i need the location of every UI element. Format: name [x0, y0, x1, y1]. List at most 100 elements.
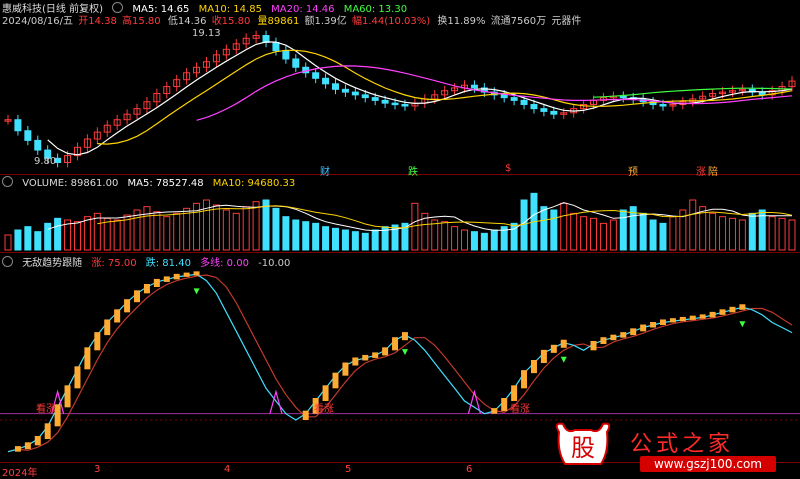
bull-block — [24, 442, 31, 450]
price-candle — [331, 83, 339, 90]
bull-block — [163, 276, 170, 282]
bull-block — [392, 337, 399, 351]
volume-bar — [649, 219, 657, 251]
bull-label-2: 看涨 — [314, 400, 340, 415]
low-annotation: 9.80 — [34, 156, 62, 167]
x-tick-3-label: 3 — [94, 464, 101, 475]
volume-bar — [173, 212, 181, 251]
bull-block — [44, 423, 51, 439]
volume-bar — [143, 206, 151, 251]
bull-block — [372, 352, 379, 358]
chart-canvas[interactable] — [0, 0, 800, 477]
watermark-url[interactable]: www.gszj100.com — [640, 456, 776, 472]
volume-bar — [461, 229, 469, 251]
bull-block — [650, 322, 657, 328]
bull-block — [620, 332, 627, 338]
signal-zhang-label: 涨 — [696, 167, 706, 178]
bull-block — [610, 334, 617, 341]
bull-block — [64, 385, 71, 408]
volume-bar — [262, 199, 270, 251]
volume-bar — [619, 209, 627, 251]
volume-bar — [490, 229, 498, 251]
price-panel — [4, 30, 796, 168]
volume-bar — [719, 216, 727, 251]
volume-bar — [669, 216, 677, 251]
bull-block — [362, 354, 369, 361]
volume-bar — [351, 231, 359, 251]
volume-bar — [728, 217, 736, 251]
price-candle — [550, 110, 558, 115]
price-candle — [530, 104, 538, 110]
watermark-logo-icon: 股 — [555, 422, 611, 465]
volume-bar — [54, 217, 62, 251]
bull-block — [342, 362, 349, 376]
volume-bar — [232, 212, 240, 251]
bull-block — [560, 339, 567, 348]
volume-bar — [113, 219, 121, 251]
signal-yu: 预 — [628, 163, 644, 178]
volume-bar — [599, 222, 607, 251]
volume-bar — [441, 221, 449, 251]
volume-panel — [4, 192, 796, 251]
volume-bar — [302, 221, 310, 251]
signal-dollar: $ — [505, 163, 517, 174]
price-candle — [500, 94, 508, 99]
bull-block — [401, 332, 408, 341]
volume-bar — [470, 231, 478, 251]
bull-block — [382, 347, 389, 356]
high-annotation-label: 19.13 — [192, 28, 221, 39]
price-candle — [361, 94, 369, 99]
price-candle — [282, 50, 290, 60]
price-candle — [351, 91, 359, 96]
bull-block — [183, 272, 190, 277]
volume-bar — [4, 234, 12, 251]
price-candle — [401, 104, 409, 107]
x-tick-5: 5 — [345, 464, 351, 475]
bull-block — [699, 314, 706, 319]
volume-bar — [183, 207, 191, 251]
bull-block — [134, 290, 141, 303]
signal-pei-label: 陪 — [708, 167, 718, 178]
bull-block — [94, 332, 101, 351]
low-annotation-label: 9.80 — [34, 156, 57, 167]
bull-block — [491, 408, 498, 414]
bull-block — [84, 347, 91, 370]
volume-bar — [222, 209, 230, 251]
price-candle — [24, 130, 32, 141]
volume-bar — [570, 212, 578, 251]
bull-block — [729, 306, 736, 313]
volume-bar — [540, 206, 548, 251]
volume-bar — [212, 204, 220, 251]
bull-block — [600, 337, 607, 344]
volume-bar — [480, 232, 488, 251]
volume-bar — [24, 226, 32, 251]
bull-label-3-text: 看涨 — [510, 404, 530, 415]
volume-bar — [341, 229, 349, 251]
volume-bar — [242, 206, 250, 251]
bull-block — [34, 436, 41, 446]
price-candle — [14, 119, 22, 132]
signal-dollar-label: $ — [505, 163, 512, 174]
x-tick-4-label: 4 — [224, 464, 231, 475]
price-candle — [371, 97, 379, 101]
signal-caicai: 财 — [320, 163, 336, 178]
bull-block — [511, 385, 518, 401]
bull-block — [679, 316, 686, 322]
price-candle — [292, 58, 300, 68]
price-candle — [322, 77, 330, 85]
price-candle — [312, 72, 320, 79]
bull-block — [521, 370, 528, 389]
price-candle — [341, 88, 349, 93]
price-candle — [758, 91, 766, 96]
bull-block — [640, 324, 647, 332]
down-arrow-icon — [560, 356, 567, 363]
volume-bar — [272, 207, 280, 251]
volume-bar — [322, 226, 330, 251]
bull-block — [322, 385, 329, 401]
bull-block — [14, 446, 21, 452]
signal-die: 跌 — [408, 163, 424, 178]
watermark-logo-text: 股 — [571, 434, 595, 462]
down-arrow-icon — [739, 321, 746, 328]
signal-caicai-label: 财 — [320, 167, 330, 178]
volume-bar — [14, 229, 22, 251]
